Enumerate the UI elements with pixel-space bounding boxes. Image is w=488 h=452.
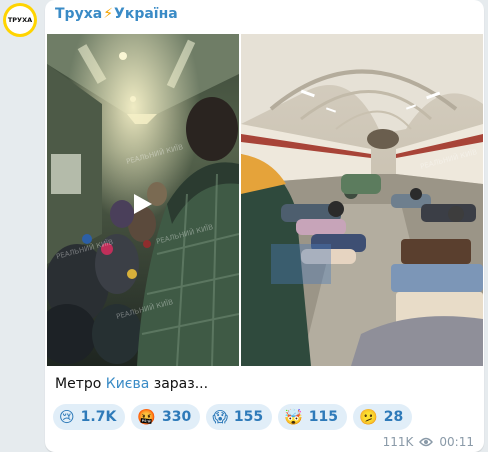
photo-thumbnail[interactable]: РЕАЛЬНИЙ КИЇВ — [241, 34, 483, 366]
reaction-count: 155 — [233, 409, 264, 425]
reaction-screaming[interactable]: 😱 155 — [206, 404, 273, 430]
channel-name[interactable]: Труха ⚡ Україна — [55, 6, 178, 22]
caption-text-after: зараз... — [149, 376, 209, 392]
reaction-cursing[interactable]: 🤬 330 — [131, 404, 201, 430]
screaming-face-icon: 😱 — [212, 407, 228, 426]
reaction-count: 115 — [308, 409, 339, 425]
channel-avatar[interactable]: ТРУХА — [3, 3, 37, 37]
lightning-icon: ⚡ — [103, 6, 114, 22]
reactions-bar: 😢 1.7K 🤬 330 😱 155 🤯 115 🫤 28 — [53, 404, 413, 430]
channel-name-part1: Труха — [55, 6, 103, 22]
play-icon[interactable] — [130, 192, 154, 216]
message-meta: 111K 00:11 — [383, 435, 474, 449]
reaction-count: 1.7K — [80, 409, 117, 425]
message-caption: Метро Києва зараз... — [55, 376, 208, 392]
message-time: 00:11 — [439, 435, 474, 449]
crying-face-icon: 😢 — [59, 407, 75, 426]
view-count: 111K — [382, 435, 414, 449]
cursing-face-icon: 🤬 — [137, 407, 156, 426]
media-album: РЕАЛЬНИЙ КИЇВ РЕАЛЬНИЙ КИЇВ РЕАЛЬНИЙ КИЇ… — [47, 34, 483, 366]
caption-text-before: Метро — [55, 376, 106, 392]
message-bubble: Труха ⚡ Україна РЕАЛЬНИЙ КИЇВ РЕАЛЬНИЙ К… — [45, 0, 484, 452]
avatar-logo-text: ТРУХА — [6, 6, 34, 34]
confused-face-icon: 🫤 — [359, 407, 378, 426]
reaction-count: 28 — [383, 409, 404, 425]
reaction-crying[interactable]: 😢 1.7K — [53, 404, 126, 430]
metro-platform-image: РЕАЛЬНИЙ КИЇВ — [241, 34, 483, 366]
reaction-confused[interactable]: 🫤 28 — [353, 404, 413, 430]
video-thumbnail[interactable]: РЕАЛЬНИЙ КИЇВ РЕАЛЬНИЙ КИЇВ РЕАЛЬНИЙ КИЇ… — [47, 34, 239, 366]
hashtag-link[interactable]: Києва — [106, 376, 150, 392]
reaction-count: 330 — [161, 409, 192, 425]
eye-icon — [419, 437, 434, 447]
channel-name-part2: Україна — [114, 6, 178, 22]
reaction-exploding-head[interactable]: 🤯 115 — [278, 404, 348, 430]
exploding-head-icon: 🤯 — [284, 407, 303, 426]
